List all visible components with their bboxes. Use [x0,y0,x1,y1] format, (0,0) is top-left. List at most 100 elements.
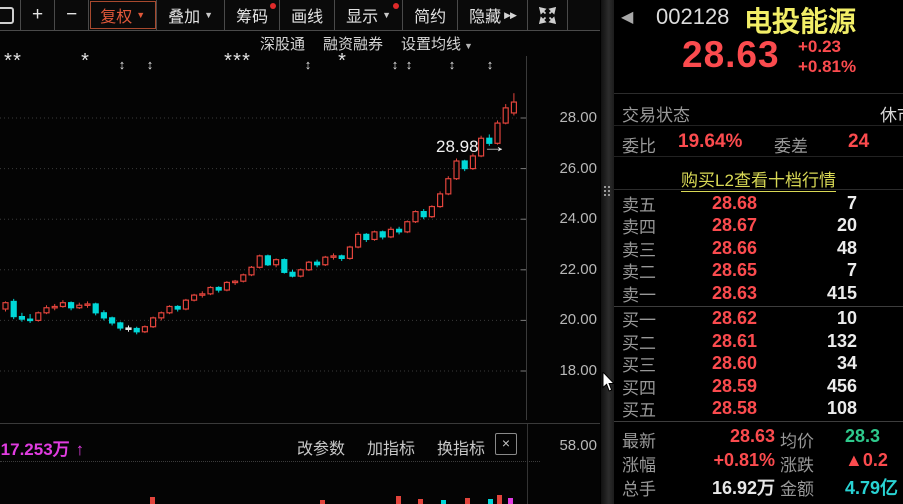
diejia-label: 叠加 [168,9,201,26]
bid-label: 买二 [622,333,656,353]
updown-marker-icon[interactable]: ↕ [388,58,402,72]
l2-upgrade-link[interactable]: 购买L2查看十档行情 [681,171,836,192]
bid-row[interactable]: 买四 28.59 456 [614,375,903,398]
quote-header: ◀ 002128 电投能源 28.63 +0.23 +0.81% [614,0,903,94]
bid-volume: 132 [826,330,857,351]
fullscreen-button[interactable] [528,0,568,30]
volume-bar [150,497,155,504]
stat-value: 4.79亿 [845,478,899,498]
stat-value: ▲0.2 [845,450,888,470]
volume-readout: :17.253万 ↑ [0,435,84,460]
updown-marker-icon[interactable]: ↕ [483,58,497,72]
market-link-1[interactable]: 融资融券 [323,33,383,54]
updown-marker-icon[interactable]: ↕ [115,58,129,72]
ask-row[interactable]: 卖五 28.68 7 [614,192,903,215]
ask-label: 卖二 [622,263,656,283]
market-link-0[interactable]: 深股通 [260,33,305,54]
trading-status-label: 交易状态 [622,106,690,125]
indicator-link-2[interactable]: 换指标 [437,435,485,459]
ask-row[interactable]: 卖二 28.65 7 [614,260,903,283]
ask-label: 卖三 [622,240,656,260]
ask-volume: 20 [836,215,857,236]
clipped-tool-icon[interactable] [0,0,21,30]
caret-down-icon: ▼ [464,41,473,51]
notification-dot [393,3,400,9]
panel-splitter[interactable] [600,0,616,504]
ask-volume: 7 [846,260,857,281]
splitter-grip-icon[interactable] [604,186,610,196]
annotation-arrow-icon: → [481,137,507,156]
zoom-out-label: − [66,4,78,25]
stat-row: 涨幅 +0.81% 涨跌 ▲0.2 [614,448,903,475]
updown-marker-icon[interactable]: ↕ [445,58,459,72]
candlestick-chart[interactable]: * * * ↕ ↕ * * * ↕ * ↕ ↕ ↕ ↕ 28.98 → [0,51,527,420]
dividend-marker-icon[interactable]: * [10,51,24,71]
bid-row[interactable]: 买三 28.60 34 [614,353,903,376]
chouma-label: 筹码 [236,9,269,26]
bid-volume: 456 [826,375,857,396]
ask-row[interactable]: 卖四 28.67 20 [614,215,903,238]
ask-label: 卖四 [622,218,656,238]
bid-volume: 34 [836,353,857,374]
bid-label: 买五 [622,401,656,421]
back-arrow-icon[interactable]: ◀ [621,7,633,27]
zoom-out-button[interactable]: − [55,0,90,30]
expand-arrows-icon [538,6,556,24]
chart-toolbar: + − 复权 ▼ 叠加 ▼ 筹码 画线 显示 ▼ 简约 隐藏 ▶▶ [0,0,614,31]
bid-price: 28.58 [711,398,758,419]
ask-label: 卖五 [622,195,656,215]
price-high-annotation: 28.98 → [436,137,507,157]
weibi-value: 19.64% [678,131,743,152]
volume-pane[interactable] [0,462,614,504]
ask-volume: 7 [846,192,857,213]
bid-volume: 10 [836,308,857,329]
ask-volume: 415 [826,282,857,303]
yincang-button[interactable]: 隐藏 ▶▶ [458,0,528,30]
bid-price: 28.61 [711,330,758,351]
bid-row[interactable]: 买二 28.61 132 [614,330,903,353]
ask-row[interactable]: 卖三 28.66 48 [614,237,903,260]
fuquan-label: 复权 [100,9,133,26]
bid-row[interactable]: 买一 28.62 10 [614,308,903,330]
bid-price: 28.59 [711,375,758,396]
ask-price: 28.66 [711,237,758,258]
stat-value: 16.92万 [711,478,775,498]
updown-marker-icon[interactable]: ↕ [143,58,157,72]
huaxian-button[interactable]: 画线 [280,0,336,30]
stock-app: { "toolbar": { "zoom_in": "+", "zoom_out… [0,0,903,504]
indicator-link-1[interactable]: 加指标 [367,435,415,459]
fuquan-button[interactable]: 复权 ▼ [89,0,158,30]
stock-code: 002128 [656,4,730,29]
price-axis-label: 28.00 [559,109,597,126]
jianyue-label: 简约 [414,9,447,26]
orderbook-bottom-divider [614,421,903,422]
dividend-marker-icon[interactable]: * [239,51,253,71]
chouma-button[interactable]: 筹码 [225,0,281,30]
zoom-in-label: + [32,4,44,25]
weicha-value: 24 [848,131,870,152]
updown-marker-icon[interactable]: ↕ [301,58,315,72]
market-link-2[interactable]: 设置均线 ▼ [401,33,473,54]
bid-label: 买三 [622,356,656,376]
diejia-button[interactable]: 叠加 ▼ [157,0,226,30]
indicator-link-0[interactable]: 改参数 [297,435,345,459]
xianshi-button[interactable]: 显示 ▼ [335,0,404,30]
volume-bar [418,499,423,504]
bid-volume: 108 [826,398,857,419]
close-indicator-button[interactable]: × [495,433,517,455]
dividend-marker-icon[interactable]: * [335,51,349,71]
dividend-marker-icon[interactable]: * [78,51,92,71]
ask-row[interactable]: 卖一 28.63 415 [614,282,903,305]
volume-bar [320,500,325,504]
market-links-row: 深股通 融资融券 设置均线 ▼ [260,33,473,54]
zoom-in-button[interactable]: + [21,0,56,30]
bid-row[interactable]: 买五 28.58 108 [614,398,903,421]
jianyue-button[interactable]: 简约 [403,0,459,30]
price-axis-label: 18.00 [559,362,597,379]
volume-bar [396,496,401,504]
indicator-links: 改参数 加指标 换指标 [297,435,485,459]
ask-price: 28.63 [711,282,758,303]
double-chevron-icon: ▶▶ [504,9,517,20]
stat-row: 总手 16.92万 金额 4.79亿 [614,472,903,499]
updown-marker-icon[interactable]: ↕ [402,58,416,72]
